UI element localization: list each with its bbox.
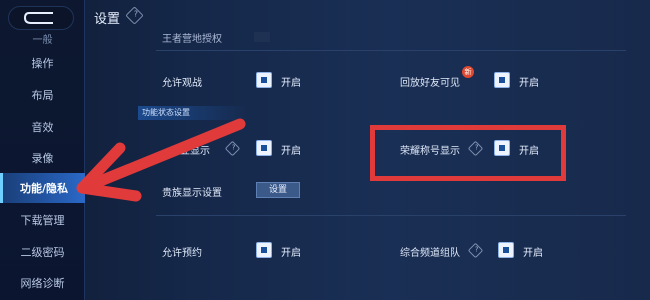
replay-friends-status: 开启 [519,78,539,89]
allow-spectate-checkbox[interactable] [256,72,272,88]
back-arrow-icon [23,12,53,24]
channel-team-status: 开启 [523,248,543,259]
section-header: 功能状态设置 [138,106,248,120]
allow-appointment-label: 允许预约 [162,248,202,259]
sidebar-item-network-diagnosis[interactable]: 网络诊断 [0,268,85,298]
camp-auth-toggle[interactable] [254,32,270,42]
new-badge: 新 [462,66,474,78]
allow-appointment-status: 开启 [281,248,301,259]
profession-display-status: 开启 [281,146,301,157]
help-glyph: ? [231,143,236,152]
sidebar-item-controls[interactable]: 操作 [0,48,85,78]
sidebar-item-secondary-password[interactable]: 二级密码 [0,237,85,267]
divider [156,50,626,51]
help-glyph: ? [474,245,479,254]
back-button[interactable] [8,6,74,30]
allow-spectate-label: 允许观战 [162,78,202,89]
sidebar: 一般 操作 布局 音效 录像 功能/隐私 下载管理 二级密码 网络诊断 [0,0,85,300]
allow-appointment-checkbox[interactable] [256,242,272,258]
replay-friends-label: 回放好友可见 [400,78,460,89]
replay-friends-checkbox[interactable] [494,72,510,88]
sidebar-item-layout[interactable]: 布局 [0,80,85,110]
sidebar-item-download[interactable]: 下载管理 [0,205,85,235]
sidebar-item-general[interactable]: 一般 [0,30,85,46]
noble-display-label: 贵族显示设置 [162,188,222,199]
help-icon[interactable]: ? [467,242,484,259]
sidebar-item-features-privacy[interactable]: 功能/隐私 [0,173,85,203]
help-icon[interactable]: ? [224,140,241,157]
sidebar-item-replay[interactable]: 录像 [0,143,85,173]
highlight-box [370,125,566,181]
channel-team-checkbox[interactable] [498,242,514,258]
camp-auth-label: 王者营地授权 [162,34,222,45]
profession-display-checkbox[interactable] [256,140,272,156]
allow-spectate-status: 开启 [281,78,301,89]
sidebar-item-sound[interactable]: 音效 [0,112,85,142]
noble-settings-button[interactable]: 设置 [256,182,300,198]
divider [156,215,626,216]
channel-team-label: 综合频道组队 [400,248,460,259]
profession-display-label: 专业显示 [170,146,210,157]
